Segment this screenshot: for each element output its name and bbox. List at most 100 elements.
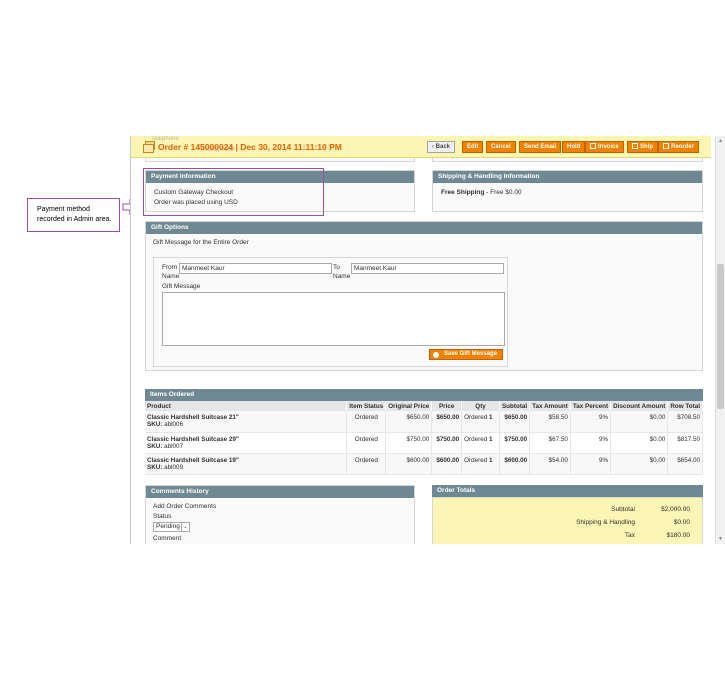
- price: $600.00: [431, 453, 463, 475]
- ship-button[interactable]: Ship: [627, 141, 658, 153]
- ship-button-label: Ship: [640, 144, 653, 150]
- gift-from-input[interactable]: Manmeet Kaur: [179, 263, 332, 274]
- invoice-button-label: Invoice: [598, 144, 619, 150]
- table-row: Classic Hardshell Suitcase 19" SKU: abl00…: [145, 453, 703, 475]
- hold-button[interactable]: Hold: [562, 141, 586, 153]
- cancel-button[interactable]: Cancel: [486, 141, 516, 153]
- qty-value: 1: [488, 456, 493, 464]
- shipping-handling-label: Shipping & Handling: [576, 519, 635, 526]
- gift-from-name-label: Name: [162, 273, 180, 280]
- subtotal-label: Subtotal: [611, 506, 635, 513]
- tax-label: Tax: [624, 532, 635, 539]
- price: $650.00: [431, 411, 463, 433]
- table-row: Classic Hardshell Suitcase 29" SKU: abl00…: [145, 432, 703, 454]
- col-qty: Qty: [461, 401, 500, 411]
- qty-cell: Ordered 1: [461, 411, 500, 433]
- col-original-price: Original Price: [385, 401, 433, 411]
- chevron-down-icon: ⌄: [181, 523, 189, 531]
- product-cell: Classic Hardshell Suitcase 29" SKU: abl00…: [145, 432, 348, 454]
- product-sku: abl006: [164, 421, 184, 428]
- save-gift-message-button[interactable]: Save Gift Message: [429, 349, 504, 360]
- order-totals-title: Order Totals: [432, 485, 703, 497]
- comments-history-title: Comments History: [146, 486, 414, 498]
- gift-from-label: From: [162, 264, 178, 271]
- qty-label: Ordered: [464, 456, 488, 464]
- gift-to-label: To: [333, 264, 340, 271]
- order-totals-header: Order Totals: [432, 485, 703, 497]
- annotation-line-1: Payment method: [37, 206, 90, 213]
- tax-amount: $58.50: [529, 411, 571, 433]
- qty-value: 1: [488, 435, 493, 443]
- save-gift-message-label: Save Gift Message: [444, 351, 498, 357]
- shipping-information-box: Shipping & Handling Information Free Shi…: [432, 170, 703, 212]
- subtotal: $750.00: [499, 432, 531, 454]
- reorder-button[interactable]: Reorder: [658, 141, 700, 153]
- item-status: Ordered: [346, 453, 387, 475]
- original-price: $750.00: [385, 432, 433, 454]
- tax-value: $180.00: [666, 532, 691, 539]
- address-box-bottom: [145, 158, 415, 162]
- product-name: Classic Hardshell Suitcase 19": [147, 456, 239, 464]
- sku-label: SKU:: [147, 421, 163, 428]
- item-status: Ordered: [346, 432, 387, 454]
- original-price: $650.00: [385, 411, 433, 433]
- invoice-button[interactable]: Invoice: [585, 141, 624, 153]
- tax-amount: $54.00: [529, 453, 571, 475]
- save-icon: [433, 352, 439, 358]
- original-price: $600.00: [385, 453, 433, 475]
- annotation-callout: Payment method recorded in Admin area.: [27, 198, 120, 232]
- status-label: Status: [153, 513, 172, 520]
- status-select[interactable]: Pending ⌄: [153, 522, 190, 532]
- tax-percent: 9%: [570, 432, 612, 454]
- order-icon: [143, 141, 155, 153]
- sku-label: SKU:: [147, 442, 163, 450]
- scroll-down-icon[interactable]: ▼: [718, 536, 723, 542]
- comments-history-box: Comments History: [145, 485, 415, 544]
- price: $750.00: [431, 432, 463, 454]
- col-product: Product: [145, 401, 348, 411]
- send-email-button[interactable]: Send Email: [519, 141, 562, 153]
- discount-amount: $0.00: [610, 453, 669, 475]
- subtotal: $650.00: [499, 411, 531, 433]
- account-box-bottom: [432, 158, 703, 162]
- add-order-comments-label: Add Order Comments: [153, 503, 217, 510]
- qty-value: 1: [488, 414, 493, 421]
- item-status: Ordered: [346, 411, 387, 433]
- product-name: Classic Hardshell Suitcase 29": [147, 435, 239, 443]
- gift-message-subtitle: Gift Message for the Entire Order: [153, 239, 249, 246]
- shipping-method-name: Free Shipping: [441, 189, 485, 196]
- edit-button[interactable]: Edit: [462, 141, 484, 153]
- back-button-label: Back: [435, 144, 451, 150]
- col-discount-amount: Discount Amount: [610, 401, 669, 411]
- items-table-header-row: Product Item Status Original Price Price…: [145, 401, 703, 411]
- subtotal-value: $2,000.00: [661, 506, 690, 513]
- gift-options-title: Gift Options: [146, 222, 702, 234]
- gift-message-label: Gift Message: [162, 283, 201, 290]
- back-button[interactable]: ‹ Back: [427, 141, 456, 153]
- vertical-scrollbar[interactable]: ▲ ▼: [715, 136, 725, 544]
- discount-amount: $0.00: [610, 411, 669, 433]
- table-row: Classic Hardshell Suitcase 21" SKU: abl00…: [145, 411, 703, 433]
- shipping-information-title: Shipping & Handling Information: [433, 171, 702, 183]
- gift-message-textarea[interactable]: ⋰: [162, 292, 505, 346]
- sku-label: SKU:: [147, 463, 163, 471]
- tax-percent: 9%: [570, 453, 612, 475]
- scrollbar-thumb[interactable]: [717, 264, 724, 409]
- order-totals-box: Subtotal $2,000.00 Shipping & Handling $…: [432, 497, 703, 544]
- row-total: $817.50: [667, 432, 703, 454]
- qty-cell: Ordered 1: [461, 453, 500, 475]
- reorder-button-label: Reorder: [671, 144, 695, 150]
- qty-cell: Ordered 1: [461, 432, 500, 454]
- tax-percent: 9%: [570, 411, 612, 433]
- tax-amount: $67.50: [529, 432, 571, 454]
- items-ordered-title: Items Ordered: [145, 389, 703, 401]
- shipping-handling-value: $0.00: [673, 519, 690, 526]
- col-price: Price: [431, 401, 463, 411]
- resize-handle-icon: ⋰: [498, 339, 503, 345]
- page-title: Order # 145000024 | Dec 30, 2014 11:11:1…: [158, 142, 342, 152]
- col-item-status: Item Status: [346, 401, 387, 411]
- scroll-up-icon[interactable]: ▲: [718, 138, 723, 144]
- gift-to-input[interactable]: Manmeet Kaur: [351, 263, 504, 274]
- invoice-icon: [590, 143, 596, 149]
- col-row-total: Row Total: [667, 401, 703, 411]
